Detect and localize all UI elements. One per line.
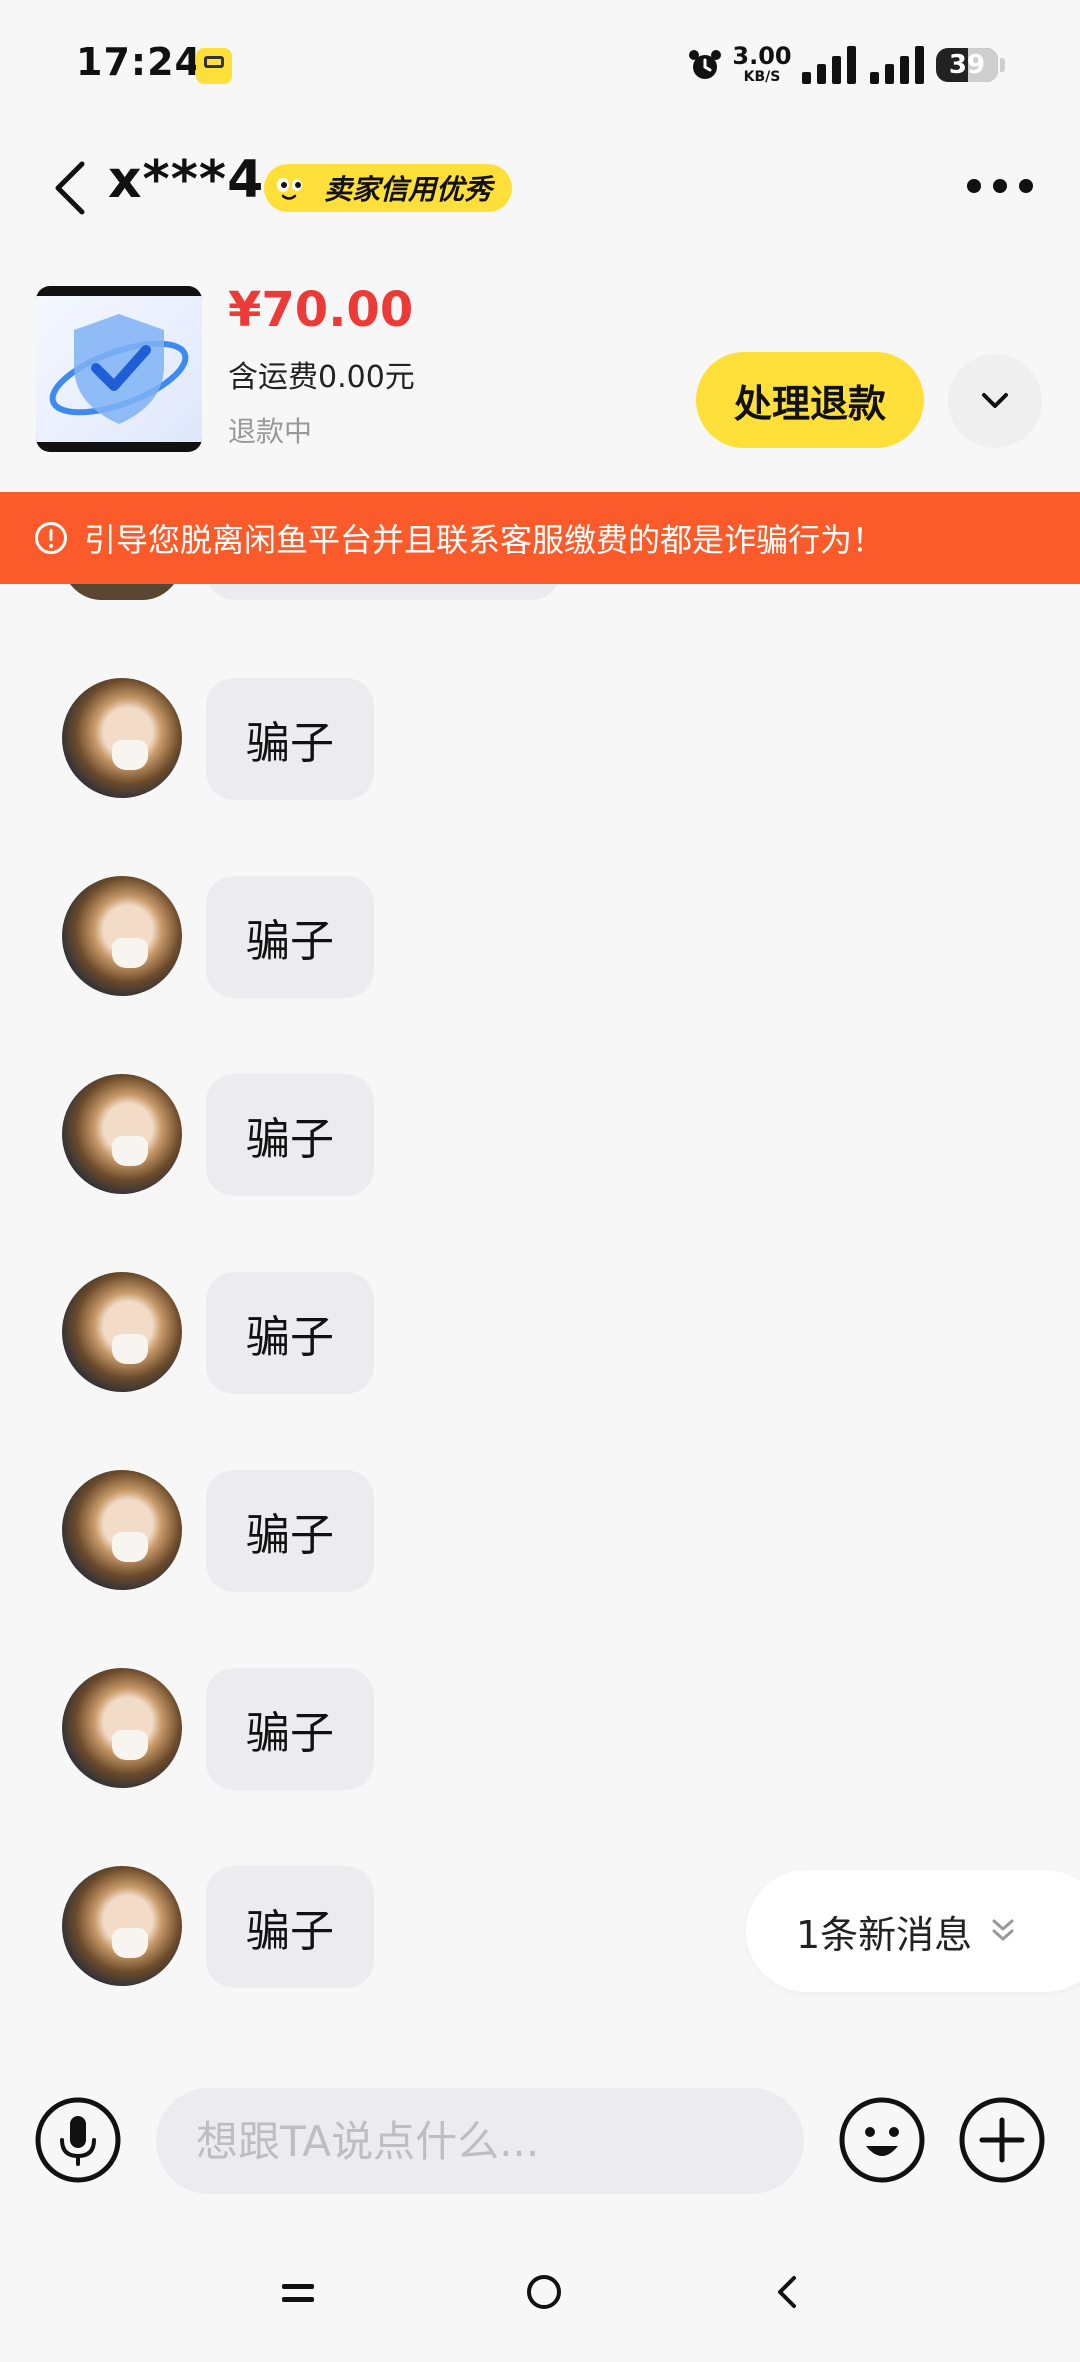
fraud-warning-banner: 引导您脱离闲鱼平台并且联系客服缴费的都是诈骗行为！	[0, 492, 1080, 584]
warning-icon	[35, 522, 67, 554]
credit-badge-label: 卖家信用优秀	[324, 173, 493, 206]
message-row: 骗子	[0, 1470, 1080, 1592]
message-bubble[interactable]: 骗子	[206, 1074, 374, 1196]
message-bubble[interactable]: 骗子	[206, 1470, 374, 1592]
shield-check-icon	[49, 314, 189, 424]
status-bar: 17:24 3.00 KB/S 39	[0, 0, 1080, 130]
signal-icon-2	[870, 46, 924, 84]
message-row: 骗子	[0, 1074, 1080, 1196]
plus-icon[interactable]	[958, 2096, 1046, 2184]
network-speed: 3.00 KB/S	[732, 42, 792, 85]
app-notification-icon	[196, 48, 232, 84]
contact-avatar[interactable]	[62, 876, 182, 996]
message-bubble[interactable]: 骗子	[206, 678, 374, 800]
battery-tip	[1000, 58, 1005, 72]
contact-name: x***4	[108, 150, 265, 210]
message-row: 骗子	[0, 876, 1080, 998]
emoji-icon[interactable]	[838, 2096, 926, 2184]
contact-avatar[interactable]	[62, 1866, 182, 1986]
message-bubble[interactable]: 骗子	[206, 1866, 374, 1988]
new-message-pill[interactable]: 1条新消息	[746, 1870, 1080, 1992]
product-thumbnail[interactable]	[36, 286, 202, 452]
alarm-icon	[689, 50, 721, 79]
handle-refund-button[interactable]: 处理退款	[696, 352, 924, 448]
warning-text: 引导您脱离闲鱼平台并且联系客服缴费的都是诈骗行为！	[84, 521, 885, 559]
xianyu-mascot-icon	[268, 167, 310, 209]
double-chevron-down-icon	[992, 1919, 1014, 1941]
nav-menu-icon[interactable]	[278, 2278, 318, 2308]
order-status: 退款中	[228, 415, 313, 448]
nav-home-icon[interactable]	[524, 2272, 564, 2312]
chevron-down-icon	[982, 393, 1008, 408]
back-icon[interactable]	[50, 160, 90, 216]
contact-avatar[interactable]	[62, 1074, 182, 1194]
expand-order-button[interactable]	[948, 354, 1042, 448]
contact-avatar[interactable]	[62, 1470, 182, 1590]
contact-avatar[interactable]	[62, 1272, 182, 1392]
message-bubble[interactable]: 骗子	[206, 1668, 374, 1790]
message-row: 骗子	[0, 1272, 1080, 1394]
signal-icon	[802, 46, 856, 84]
message-row: 骗子	[0, 1668, 1080, 1790]
more-options-icon[interactable]	[966, 178, 1034, 194]
contact-avatar[interactable]	[62, 1668, 182, 1788]
order-price: ¥70.00	[228, 282, 414, 338]
seller-credit-badge[interactable]: 卖家信用优秀	[264, 164, 513, 212]
message-row: 骗子	[0, 678, 1080, 800]
new-message-label: 1条新消息	[796, 1912, 973, 1957]
message-input[interactable]	[156, 2088, 804, 2194]
status-time: 17:24	[76, 40, 202, 84]
message-bubble[interactable]: 骗子	[206, 1272, 374, 1394]
microphone-icon[interactable]	[34, 2096, 122, 2184]
message-bubble[interactable]: 骗子	[206, 876, 374, 998]
contact-avatar[interactable]	[62, 678, 182, 798]
shipping-fee: 含运费0.00元	[228, 360, 415, 395]
nav-back-icon[interactable]	[772, 2272, 802, 2312]
battery-indicator: 39	[936, 48, 998, 82]
